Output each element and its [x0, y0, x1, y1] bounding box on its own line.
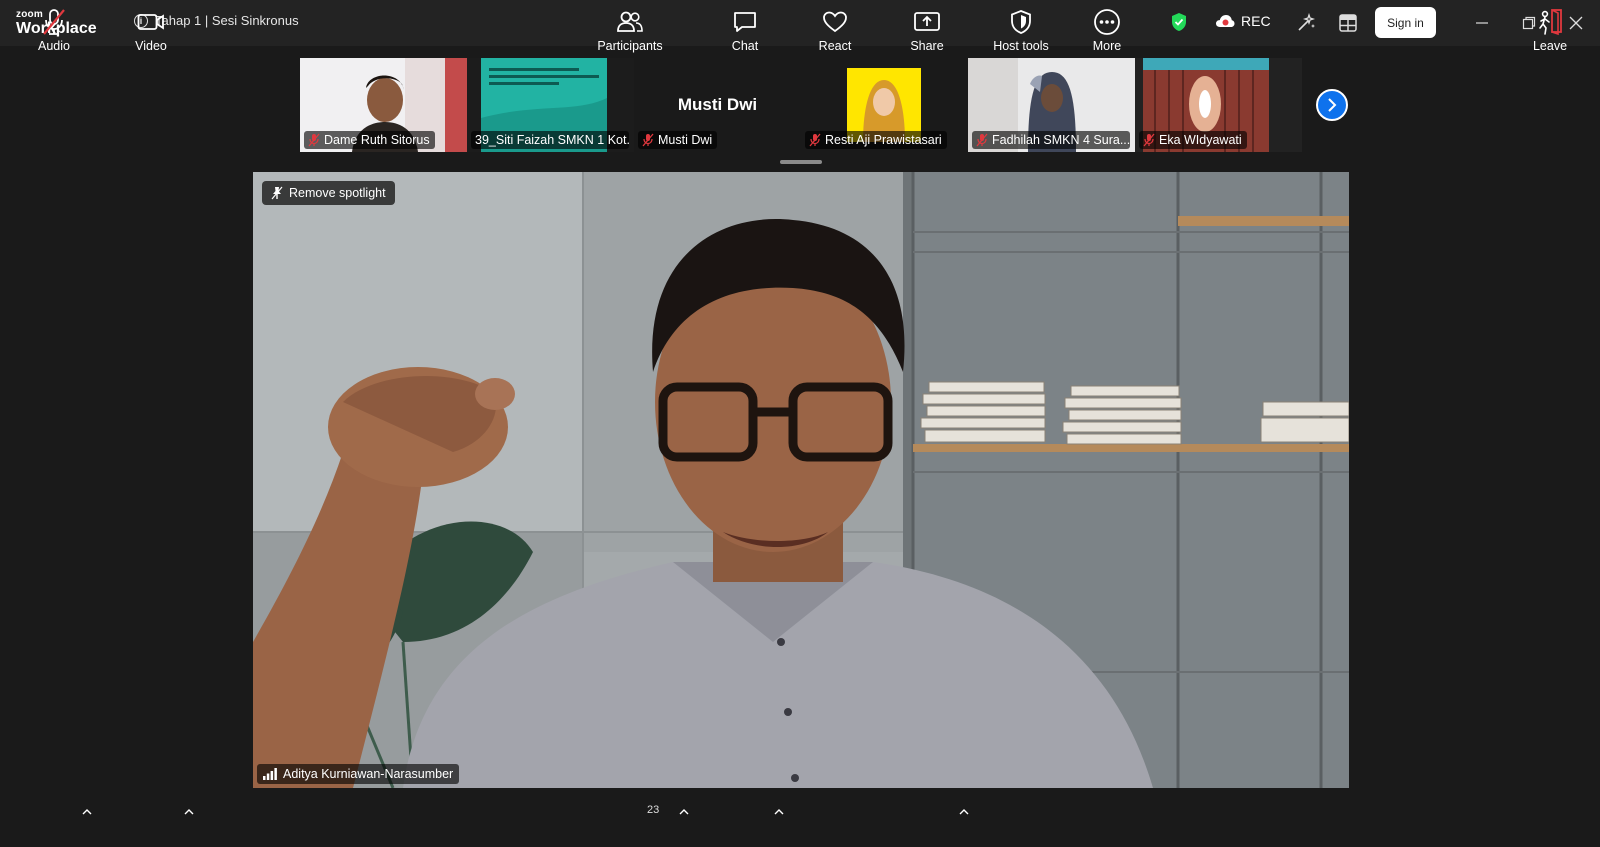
- participant-name: Fadhilah SMKN 4 Sura...: [992, 133, 1130, 147]
- participant-name-tag: Musti Dwi: [638, 131, 718, 149]
- share-button[interactable]: Share: [909, 8, 945, 53]
- chat-icon: [732, 8, 758, 36]
- participant-display-name: Musti Dwi: [677, 95, 758, 114]
- next-page-button[interactable]: [1316, 89, 1348, 121]
- title-bar: zoom Workplace i Tahap 1 | Sesi Sinkronu…: [0, 0, 1600, 46]
- shield-check-icon[interactable]: [1170, 12, 1188, 37]
- participant-name: Dame Ruth Sitorus: [324, 133, 430, 147]
- mic-muted-icon: [976, 133, 988, 147]
- host-tools-button[interactable]: Host tools: [990, 8, 1052, 53]
- host-shield-icon: [1009, 8, 1033, 36]
- sign-in-button[interactable]: Sign in: [1375, 7, 1436, 38]
- leave-door-icon: [1536, 8, 1564, 36]
- participant-name-tag: Fadhilah SMKN 4 Sura...: [972, 131, 1130, 149]
- rec-label: REC: [1241, 13, 1271, 29]
- share-screen-icon: [913, 8, 941, 36]
- remove-spotlight-button[interactable]: Remove spotlight: [262, 181, 395, 205]
- participant-name: 39_Siti Faizah SMKN 1 Kot...: [475, 133, 629, 147]
- video-button[interactable]: Video: [133, 8, 169, 53]
- leave-button[interactable]: Leave: [1532, 8, 1568, 53]
- participant-tile[interactable]: Musti Dwi Musti Dwi: [634, 58, 801, 152]
- participant-tile[interactable]: 39_Siti Faizah SMKN 1 Kot...: [467, 58, 634, 152]
- participant-tile[interactable]: Fadhilah SMKN 4 Sura...: [968, 58, 1135, 152]
- react-button[interactable]: React: [815, 8, 855, 53]
- participant-tile[interactable]: Resti Aji Prawistasari: [801, 58, 968, 152]
- react-label: React: [818, 39, 852, 53]
- participant-name-tag: Resti Aji Prawistasari: [805, 131, 947, 149]
- remove-spotlight-label: Remove spotlight: [289, 186, 386, 200]
- speaker-name: Aditya Kurniawan-Narasumber: [283, 767, 454, 781]
- speaker-name-tag: Aditya Kurniawan-Narasumber: [257, 764, 460, 784]
- mic-muted-icon: [308, 133, 320, 147]
- camera-icon: [137, 8, 165, 36]
- audio-label: Audio: [38, 39, 70, 53]
- spotlight-video: Remove spotlight Aditya Kurniawan-Narasu…: [253, 172, 1349, 788]
- more-label: More: [1092, 39, 1122, 53]
- signal-icon: [263, 768, 277, 780]
- zoom-window: zoom Workplace i Tahap 1 | Sesi Sinkronu…: [0, 0, 1600, 847]
- caret-up-icon[interactable]: [677, 806, 691, 818]
- participant-name-tag: 39_Siti Faizah SMKN 1 Kot...: [471, 131, 629, 149]
- participant-name: Eka WIdyawati: [1159, 133, 1242, 147]
- minimize-icon[interactable]: [1470, 12, 1494, 34]
- participant-strip: Dame Ruth Sitorus 39_Siti Faizah SMKN 1 …: [300, 58, 1302, 152]
- participants-button[interactable]: Participants: [595, 8, 665, 53]
- host-tools-label: Host tools: [993, 39, 1049, 53]
- more-dots-icon: [1093, 8, 1121, 36]
- participant-tile[interactable]: Dame Ruth Sitorus: [300, 58, 467, 152]
- share-label: Share: [910, 39, 944, 53]
- caret-up-icon[interactable]: [772, 806, 786, 818]
- participant-tile[interactable]: Eka WIdyawati: [1135, 58, 1302, 152]
- audio-button[interactable]: Audio: [36, 8, 72, 53]
- mic-muted-icon: [41, 8, 67, 36]
- strip-scroll-indicator[interactable]: [780, 160, 822, 164]
- more-button[interactable]: More: [1089, 8, 1125, 53]
- participants-icon: [616, 8, 644, 36]
- participants-count: 23: [647, 804, 660, 816]
- caret-up-icon[interactable]: [80, 806, 94, 818]
- video-label: Video: [135, 39, 167, 53]
- participant-name-tag: Eka WIdyawati: [1139, 131, 1247, 149]
- participant-name: Musti Dwi: [658, 133, 713, 147]
- mic-muted-icon: [642, 133, 654, 147]
- cloud-record-icon: [1216, 15, 1235, 27]
- mic-muted-icon: [1143, 133, 1155, 147]
- ai-sparkle-icon[interactable]: [1294, 11, 1318, 35]
- caret-up-icon[interactable]: [957, 806, 971, 818]
- participant-name: Resti Aji Prawistasari: [825, 133, 942, 147]
- chat-label: Chat: [731, 39, 759, 53]
- chat-button[interactable]: Chat: [727, 8, 763, 53]
- pin-icon: [271, 186, 283, 200]
- participants-label: Participants: [597, 39, 663, 53]
- chevron-right-icon: [1328, 98, 1337, 112]
- meeting-controls: [0, 788, 1600, 847]
- mic-muted-icon: [809, 133, 821, 147]
- apps-icon[interactable]: [1336, 11, 1360, 35]
- meeting-title-text: Tahap 1 | Sesi Sinkronus: [155, 13, 299, 28]
- leave-label: Leave: [1532, 39, 1568, 53]
- participant-name-tag: Dame Ruth Sitorus: [304, 131, 435, 149]
- heart-icon: [822, 8, 848, 36]
- recording-indicator[interactable]: REC: [1215, 13, 1271, 29]
- caret-up-icon[interactable]: [182, 806, 196, 818]
- speaker-video-frame: [253, 172, 1349, 788]
